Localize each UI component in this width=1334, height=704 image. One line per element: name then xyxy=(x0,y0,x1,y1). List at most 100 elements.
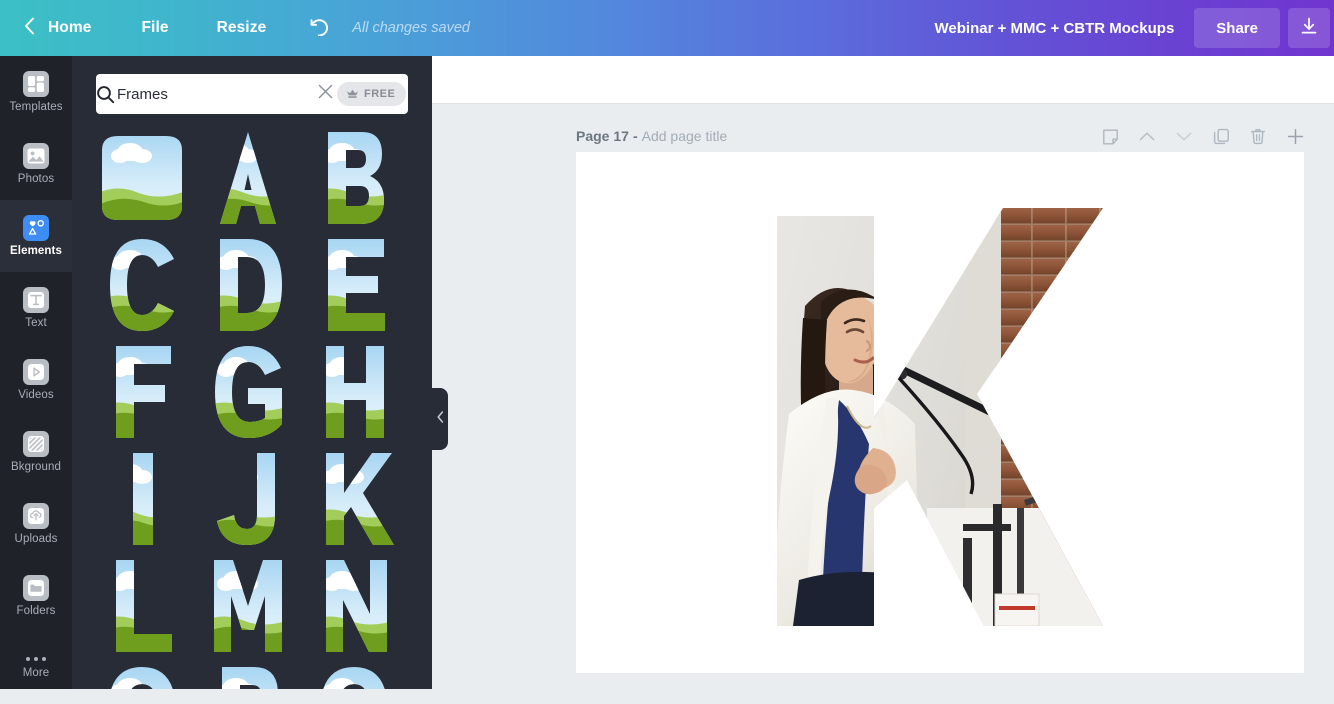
sidebar-item-text[interactable]: Text xyxy=(0,272,72,344)
frame-square-frame-icon xyxy=(102,135,182,220)
page-header: Page 17 - Add page title xyxy=(576,123,1304,149)
undo-button[interactable] xyxy=(296,0,340,56)
frame-thumbnail[interactable] xyxy=(202,552,294,659)
sidebar-item-background[interactable]: Bkground xyxy=(0,416,72,488)
frame-N-icon xyxy=(326,559,387,652)
templates-icon xyxy=(23,70,49,97)
file-menu-button[interactable]: File xyxy=(117,0,192,56)
file-label: File xyxy=(141,19,169,36)
search-bar[interactable]: FREE xyxy=(96,74,408,114)
frame-thumbnail[interactable] xyxy=(202,124,294,231)
back-button[interactable] xyxy=(12,0,46,56)
share-button[interactable]: Share xyxy=(1194,8,1280,48)
page-number-label: Page 17 xyxy=(576,128,629,144)
download-button[interactable] xyxy=(1288,8,1330,48)
sidebar-item-elements[interactable]: Elements xyxy=(0,190,72,282)
frame-thumbnail[interactable] xyxy=(96,338,188,445)
sidebar-item-label: Text xyxy=(25,316,47,329)
sidebar-item-uploads[interactable]: Uploads xyxy=(0,488,72,560)
text-icon xyxy=(23,286,49,313)
frame-A-icon xyxy=(220,131,276,224)
frame-F-icon xyxy=(116,345,171,438)
left-sidebar: Templates Photos Elements Text Videos Bk… xyxy=(0,56,72,689)
frame-thumbnail[interactable] xyxy=(202,659,294,689)
frame-thumbnail[interactable] xyxy=(202,338,294,445)
frame-J-icon xyxy=(217,452,275,545)
chevron-left-icon xyxy=(24,17,35,40)
frames-grid xyxy=(96,124,414,689)
sidebar-item-label: Uploads xyxy=(14,532,58,545)
chevron-left-icon xyxy=(436,410,444,428)
plus-icon[interactable] xyxy=(1286,127,1304,145)
frame-G-icon xyxy=(215,345,282,438)
sidebar-item-templates[interactable]: Templates xyxy=(0,56,72,128)
home-button[interactable]: Home xyxy=(46,0,117,56)
frame-thumbnail[interactable] xyxy=(308,659,400,689)
frame-thumbnail[interactable] xyxy=(308,445,400,552)
sidebar-item-folders[interactable]: Folders xyxy=(0,560,72,632)
frame-thumbnail[interactable] xyxy=(308,552,400,659)
frame-I-icon xyxy=(133,452,153,545)
sidebar-item-videos[interactable]: Videos xyxy=(0,344,72,416)
resize-label: Resize xyxy=(216,19,267,36)
frame-O-icon xyxy=(108,666,176,689)
free-badge-label: FREE xyxy=(364,88,396,100)
frame-B-icon xyxy=(328,131,384,224)
frame-thumbnail[interactable] xyxy=(96,445,188,552)
videos-icon xyxy=(23,358,49,385)
collapse-panel-button[interactable] xyxy=(432,388,448,450)
elements-panel: FREE xyxy=(72,56,432,689)
duplicate-icon[interactable] xyxy=(1212,127,1230,145)
canvas-workspace[interactable]: Page 17 - Add page title xyxy=(432,104,1334,689)
more-dots-icon xyxy=(26,656,46,661)
frame-M-icon xyxy=(214,559,282,652)
frame-thumbnail[interactable] xyxy=(96,659,188,689)
home-label: Home xyxy=(48,19,92,36)
download-icon xyxy=(1299,16,1319,41)
share-label: Share xyxy=(1216,19,1258,37)
sidebar-item-label: Folders xyxy=(16,604,56,617)
close-icon xyxy=(318,84,333,104)
letter-k-photo-frame[interactable] xyxy=(777,208,1103,626)
frame-thumbnail[interactable] xyxy=(96,231,188,338)
sidebar-item-label: Videos xyxy=(18,388,54,401)
page-title-separator: - xyxy=(632,128,638,144)
chevron-down-icon[interactable] xyxy=(1175,127,1193,145)
design-page[interactable] xyxy=(576,152,1304,673)
trash-icon[interactable] xyxy=(1249,127,1267,145)
frame-thumbnail[interactable] xyxy=(308,124,400,231)
undo-icon xyxy=(307,16,329,41)
sidebar-item-label: Elements xyxy=(10,244,62,257)
frame-L-icon xyxy=(116,559,172,652)
search-input[interactable] xyxy=(115,85,318,103)
page-title-input[interactable]: Add page title xyxy=(642,128,728,144)
frame-thumbnail[interactable] xyxy=(308,338,400,445)
resize-button[interactable]: Resize xyxy=(193,0,291,56)
document-title[interactable]: Webinar + MMC + CBTR Mockups xyxy=(915,20,1195,37)
sidebar-item-label: Bkground xyxy=(10,460,62,473)
sidebar-item-label: More xyxy=(22,666,50,679)
uploads-icon xyxy=(23,502,49,529)
elements-icon xyxy=(23,214,49,241)
note-icon[interactable] xyxy=(1101,127,1119,145)
app-header: Home File Resize All changes saved Webin… xyxy=(0,0,1334,56)
page-actions xyxy=(1101,127,1304,145)
frame-H-icon xyxy=(326,345,384,438)
photos-icon xyxy=(23,142,49,169)
clear-search-button[interactable] xyxy=(318,74,333,114)
frame-thumbnail[interactable] xyxy=(202,445,294,552)
sidebar-item-more[interactable]: More xyxy=(0,632,72,704)
frame-D-icon xyxy=(220,238,282,331)
free-filter-badge[interactable]: FREE xyxy=(337,82,407,106)
header-left-group: Home File Resize All changes saved xyxy=(0,0,470,56)
frame-thumbnail[interactable] xyxy=(96,552,188,659)
editor-toolbar xyxy=(432,56,1334,104)
sidebar-item-label: Photos xyxy=(17,172,55,185)
frame-thumbnail[interactable] xyxy=(202,231,294,338)
frame-thumbnail[interactable] xyxy=(308,231,400,338)
folders-icon xyxy=(23,574,49,601)
sidebar-item-label: Templates xyxy=(9,100,63,113)
frame-thumbnail[interactable] xyxy=(96,124,188,231)
chevron-up-icon[interactable] xyxy=(1138,127,1156,145)
search-icon xyxy=(96,85,115,104)
